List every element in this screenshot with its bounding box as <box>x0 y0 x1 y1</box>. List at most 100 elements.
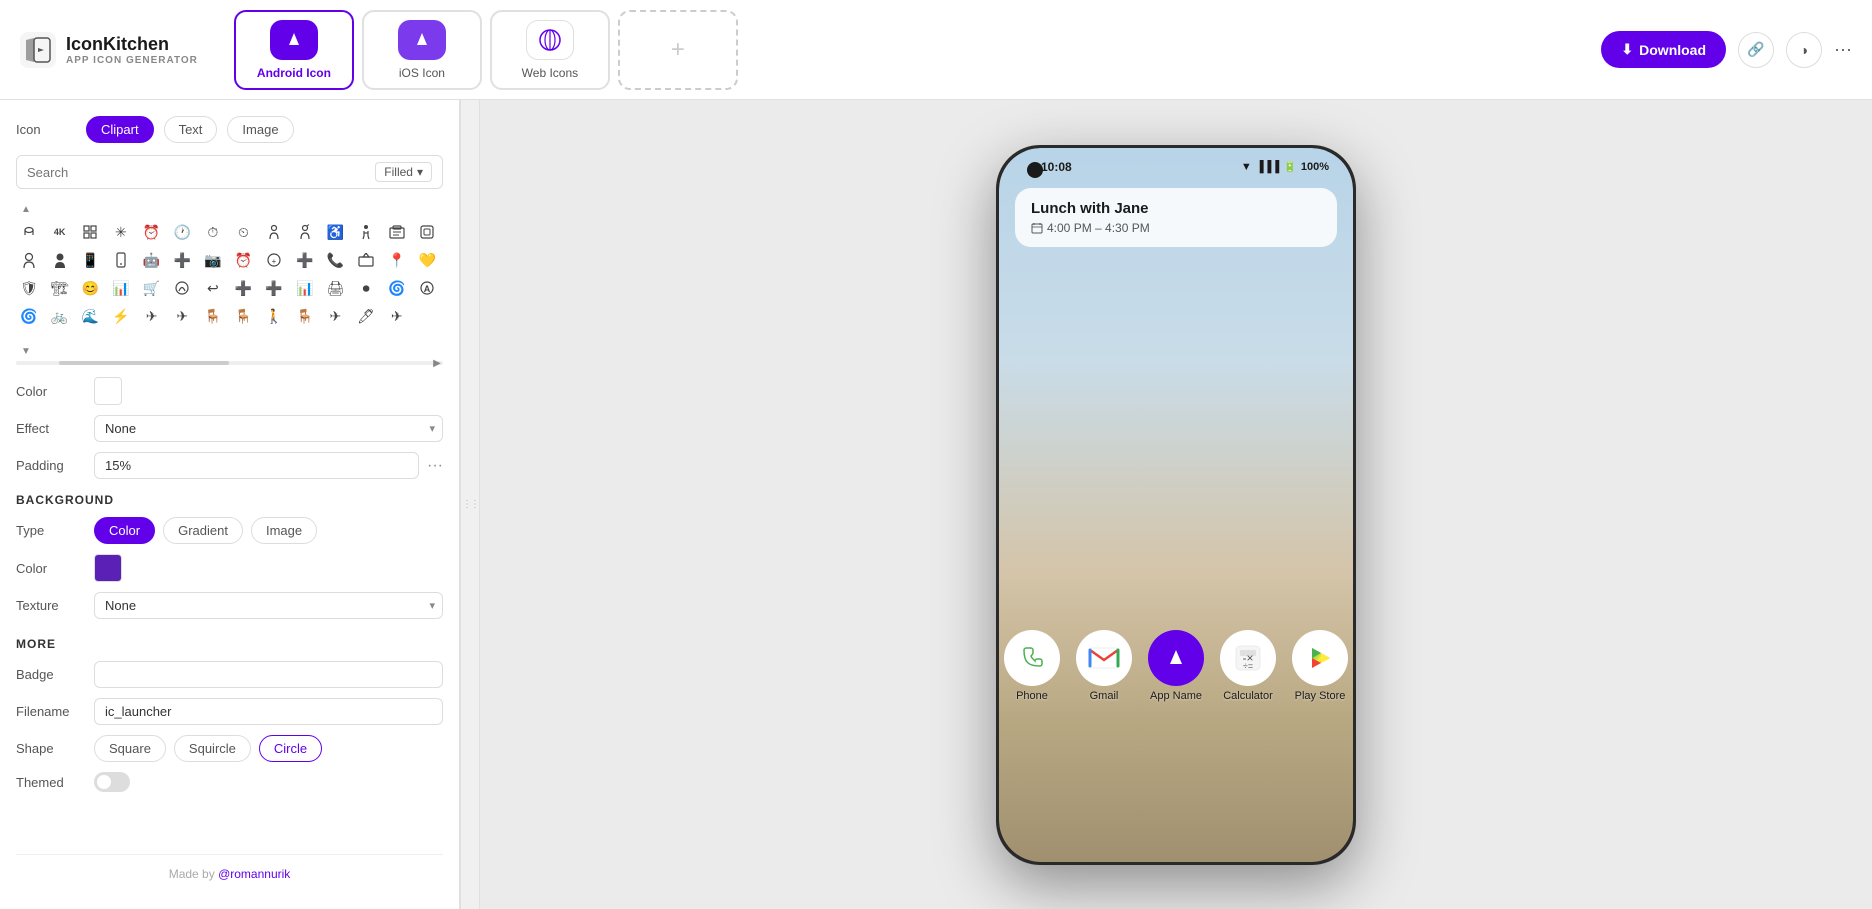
grid-icon[interactable]: 🌀 <box>384 275 410 301</box>
bg-gradient-btn[interactable]: Gradient <box>163 517 243 544</box>
grid-icon[interactable] <box>414 219 440 245</box>
theme-toggle-button[interactable]: ◑ <box>1786 32 1822 68</box>
grid-icon[interactable]: ♿ <box>322 219 348 245</box>
shape-square-btn[interactable]: Square <box>94 735 166 762</box>
ios-tab-icon <box>398 20 446 60</box>
scroll-right-btn[interactable]: ▶ <box>431 357 443 369</box>
grid-icon[interactable]: 🪑 <box>292 303 318 329</box>
grid-icon[interactable]: ⏲ <box>230 219 256 245</box>
grid-icon[interactable] <box>16 247 42 273</box>
bg-image-btn[interactable]: Image <box>251 517 317 544</box>
texture-row: Texture NoneDotsLines <box>16 592 443 619</box>
ios-tab-label: iOS Icon <box>399 66 445 80</box>
grid-icon[interactable]: 🤖 <box>139 247 165 273</box>
wifi-icon: ▼ <box>1241 161 1252 173</box>
search-input[interactable] <box>27 165 369 180</box>
grid-icon[interactable]: 🛡 <box>16 275 42 301</box>
grid-icon[interactable] <box>108 247 134 273</box>
bg-color-btn[interactable]: Color <box>94 517 155 544</box>
grid-icon[interactable]: 📱 <box>77 247 103 273</box>
grid-icon[interactable] <box>77 219 103 245</box>
grid-icon[interactable] <box>261 219 287 245</box>
padding-input[interactable] <box>94 452 419 479</box>
grid-icon[interactable]: ➕ <box>261 275 287 301</box>
grid-icon[interactable]: 🪑 <box>200 303 226 329</box>
phone-icon-circle <box>1004 630 1060 686</box>
grid-icon[interactable] <box>47 247 73 273</box>
grid-icon[interactable]: ✈ <box>169 303 195 329</box>
texture-select[interactable]: NoneDotsLines <box>94 592 443 619</box>
grid-icon[interactable]: ➕ <box>230 275 256 301</box>
grid-icon[interactable]: ✳ <box>108 219 134 245</box>
grid-icon[interactable]: 🕐 <box>169 219 195 245</box>
app-logo-icon <box>20 32 56 68</box>
icons-grid: 4K ✳ ⏰ 🕐 ⏱ ⏲ ♿ 📱 🤖 ➕ 📷 <box>16 219 443 329</box>
clipart-tab-btn[interactable]: Clipart <box>86 116 154 143</box>
more-options-button[interactable]: ··· <box>1834 39 1852 60</box>
grid-icon[interactable]: ⏰ <box>230 247 256 273</box>
tab-android[interactable]: Android Icon <box>234 10 354 90</box>
grid-icon[interactable] <box>169 275 195 301</box>
grid-icon[interactable] <box>16 219 42 245</box>
grid-icon[interactable]: 🚶 <box>261 303 287 329</box>
grid-icon[interactable]: 🖨 <box>322 275 348 301</box>
grid-icon[interactable]: ➕ <box>169 247 195 273</box>
tab-web[interactable]: Web Icons <box>490 10 610 90</box>
grid-icon[interactable]: 4K <box>47 219 73 245</box>
grid-icon[interactable] <box>384 219 410 245</box>
themed-toggle[interactable] <box>94 772 130 792</box>
grid-icon[interactable]: ➕ <box>292 247 318 273</box>
effect-row: Effect NoneShadowGlow <box>16 415 443 442</box>
grid-icon[interactable]: 💛 <box>414 247 440 273</box>
effect-select[interactable]: NoneShadowGlow <box>94 415 443 442</box>
grid-icon[interactable]: 📊 <box>108 275 134 301</box>
scroll-up-btn[interactable]: ▲ <box>16 199 36 219</box>
link-button[interactable]: 🔗 <box>1738 32 1774 68</box>
grid-icon[interactable]: ↩ <box>200 275 226 301</box>
left-panel: Icon Clipart Text Image Filled ▾ ▲ 4K ✳ … <box>0 100 460 909</box>
bg-color-swatch[interactable] <box>94 554 122 582</box>
filename-input[interactable] <box>94 698 443 725</box>
shape-squircle-btn[interactable]: Squircle <box>174 735 251 762</box>
grid-icon[interactable]: ⚡ <box>108 303 134 329</box>
grid-icon[interactable]: 🌊 <box>77 303 103 329</box>
grid-icon[interactable]: 📷 <box>200 247 226 273</box>
grid-icon[interactable]: + <box>261 247 287 273</box>
grid-icon[interactable]: 🛒 <box>139 275 165 301</box>
grid-icon[interactable]: 🌀 <box>16 303 42 329</box>
grid-icon[interactable] <box>353 247 379 273</box>
grid-icon[interactable]: 🚲 <box>47 303 73 329</box>
badge-input[interactable] <box>94 661 443 688</box>
text-tab-btn[interactable]: Text <box>164 116 218 143</box>
grid-icon[interactable]: ✈ <box>139 303 165 329</box>
shape-circle-btn[interactable]: Circle <box>259 735 322 762</box>
panel-divider[interactable]: ⋮⋮ <box>460 100 480 909</box>
grid-icon[interactable]: 😊 <box>77 275 103 301</box>
grid-icon[interactable]: ⏰ <box>139 219 165 245</box>
grid-icon[interactable]: A <box>414 275 440 301</box>
grid-icon[interactable]: ⏺ <box>353 275 379 301</box>
grid-icon[interactable]: 📊 <box>292 275 318 301</box>
credit-author-link[interactable]: @romannurik <box>218 867 290 881</box>
grid-icon[interactable]: ✈ <box>322 303 348 329</box>
padding-more-btn[interactable]: ··· <box>427 457 443 475</box>
tab-ios[interactable]: iOS Icon <box>362 10 482 90</box>
icon-color-swatch[interactable] <box>94 377 122 405</box>
grid-icon[interactable]: 🏗 <box>47 275 73 301</box>
grid-icon[interactable]: 🪑 <box>230 303 256 329</box>
grid-icon[interactable]: 📍 <box>384 247 410 273</box>
filled-filter-btn[interactable]: Filled ▾ <box>375 162 432 182</box>
grid-icon[interactable]: 🖊 <box>353 303 379 329</box>
grid-icon[interactable] <box>292 219 318 245</box>
download-button[interactable]: ⬇ Download <box>1601 31 1726 68</box>
image-tab-btn[interactable]: Image <box>227 116 293 143</box>
tab-add[interactable]: + <box>618 10 738 90</box>
icon-type-row: Icon Clipart Text Image <box>16 116 443 143</box>
grid-icon[interactable] <box>353 219 379 245</box>
app-icon-calculator: -× ÷= Calculator <box>1220 630 1276 702</box>
badge-row: Badge <box>16 661 443 688</box>
grid-icon[interactable]: ⏱ <box>200 219 226 245</box>
scroll-down-btn[interactable]: ▼ <box>16 341 36 361</box>
grid-icon[interactable]: ✈ <box>384 303 410 329</box>
grid-icon[interactable]: 📞 <box>322 247 348 273</box>
